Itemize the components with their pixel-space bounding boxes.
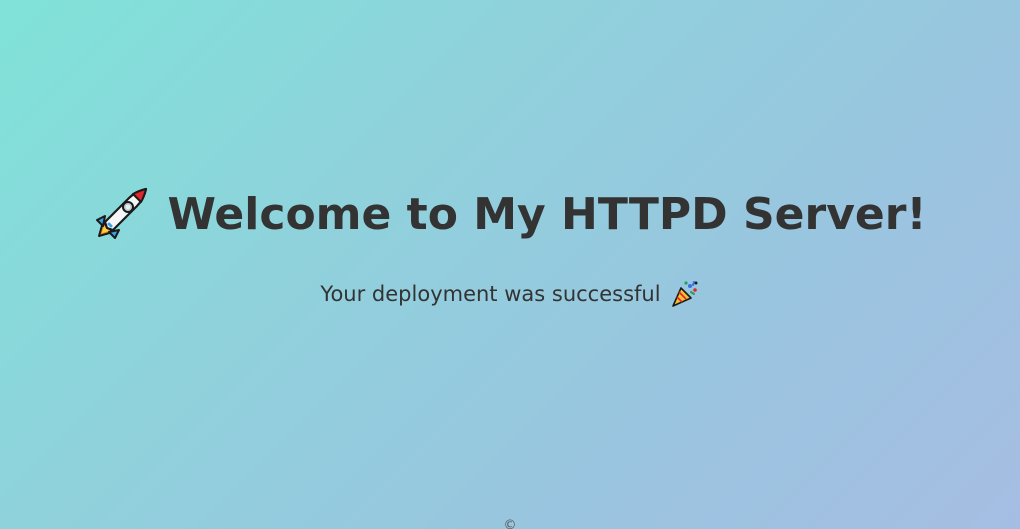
rocket-icon (93, 186, 149, 242)
page-title: Welcome to My HTTPD Server! (167, 188, 927, 240)
hero-title-row: Welcome to My HTTPD Server! (0, 182, 1020, 246)
page-subtitle: Your deployment was successful (320, 282, 661, 306)
footer-copyright: © (503, 518, 517, 529)
party-popper-icon (670, 279, 700, 309)
hero-subtitle-row: Your deployment was successful (0, 278, 1020, 310)
page-content: Welcome to My HTTPD Server! Your deploym… (0, 0, 1020, 529)
